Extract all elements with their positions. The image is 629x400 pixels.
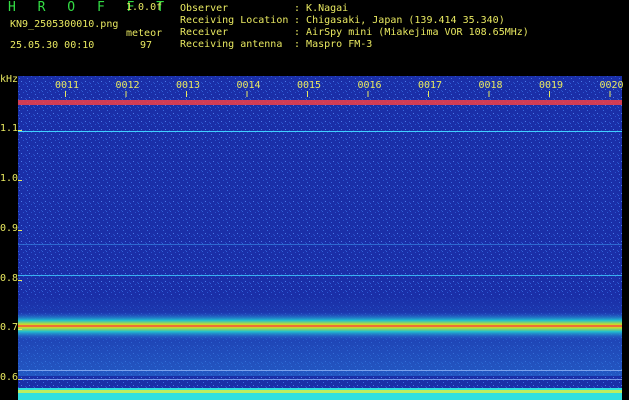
info-key: Receiving antenna <box>180 39 283 50</box>
info-row: Receiving Location: Chigasaki, Japan (13… <box>180 15 505 26</box>
header-panel: H R O F F T 1.0.0f KN9_2505300010.png me… <box>0 0 629 74</box>
x-tick <box>246 91 248 97</box>
timestamp-label: 25.05.30 00:10 <box>10 40 95 51</box>
line-1p09 <box>18 131 622 132</box>
x-tick <box>307 91 308 97</box>
x-tick <box>65 91 66 97</box>
spectrogram-plot <box>18 76 622 400</box>
info-value: Maspro FM-3 <box>306 39 373 50</box>
info-block: Observer: K.Nagai Receiving Location: Ch… <box>180 3 529 51</box>
count-label: 97 <box>140 40 153 51</box>
info-row: Observer: K.Nagai <box>180 3 349 14</box>
top-carrier-line <box>18 100 622 105</box>
y-tick <box>18 130 22 131</box>
y-tick <box>18 379 22 380</box>
x-tick-label: 0016 <box>357 80 382 91</box>
bottom-strip <box>18 388 622 400</box>
info-row: Receiving antenna: Maspro FM-3 <box>180 39 373 50</box>
info-key: Receiving Location <box>180 15 289 26</box>
y-tick-label: 0.6 <box>0 372 19 383</box>
y-tick-label: 1.1 <box>0 123 19 134</box>
x-tick-label: 0013 <box>176 80 201 91</box>
meteor-band <box>18 312 622 340</box>
version-label: 1.0.0f <box>126 2 163 13</box>
bottom-strip-highlight <box>18 390 622 393</box>
y-tick-label: 1.0 <box>0 173 19 184</box>
x-tick-label: 0017 <box>418 80 443 91</box>
x-tick-label: 0014 <box>236 80 261 91</box>
info-value: Chigasaki, Japan (139.414 35.340) <box>306 15 505 26</box>
x-tick <box>609 91 611 97</box>
info-value: K.Nagai <box>306 3 349 14</box>
info-key: Receiver <box>180 27 229 38</box>
x-tick-label: 0011 <box>55 80 80 91</box>
y-axis-unit: kHz <box>0 74 19 85</box>
filename-label: KN9_2505300010.png <box>10 19 119 30</box>
y-tick <box>18 280 22 281</box>
y-tick <box>18 180 22 181</box>
x-tick-label: 0020 <box>599 80 624 91</box>
x-tick <box>186 91 187 97</box>
x-tick-label: 0015 <box>297 80 322 91</box>
x-tick-label: 0018 <box>478 80 503 91</box>
line-0p61 <box>18 370 622 371</box>
line-0p86 <box>18 244 622 245</box>
info-row: Receiver: AirSpy mini (Miakejima VOR 108… <box>180 27 529 38</box>
y-tick <box>18 329 22 330</box>
x-tick <box>488 91 490 97</box>
x-tick <box>367 91 369 97</box>
y-tick-label: 0.9 <box>0 223 19 234</box>
y-tick-label: 0.7 <box>0 322 19 333</box>
info-value: AirSpy mini (Miakejima VOR 108.65MHz) <box>306 27 529 38</box>
x-tick-label: 0012 <box>115 80 140 91</box>
info-key: Observer <box>180 3 229 14</box>
x-tick <box>549 91 550 97</box>
line-0p60 <box>18 379 622 380</box>
x-tick <box>125 91 127 97</box>
x-tick <box>428 91 429 97</box>
line-0p80 <box>18 275 622 276</box>
x-tick-label: 0019 <box>539 80 564 91</box>
y-tick <box>18 230 22 231</box>
y-tick-label: 0.8 <box>0 273 19 284</box>
mode-label: meteor <box>126 28 163 39</box>
